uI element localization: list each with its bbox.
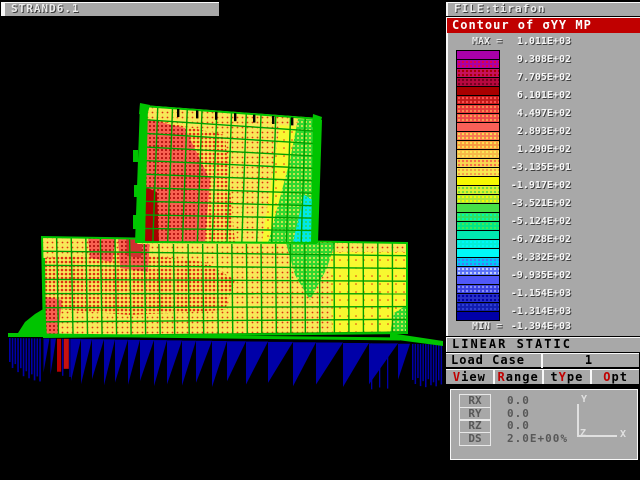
file-bar: FILE:tirafon (446, 2, 640, 16)
rz-row: RZ0.0 (459, 419, 491, 432)
legend-max-value: 1.011E+03 (471, 36, 571, 47)
legend-value-label: 9.308E+02 (471, 54, 571, 65)
lower-block (38, 237, 407, 337)
status-box: RX0.0RY0.0RZ0.0DS2.0E+00% Y Z X (450, 389, 638, 460)
analysis-type-bar: LINEAR STATIC (446, 337, 640, 352)
analysis-type: LINEAR STATIC (452, 337, 572, 351)
opt-button[interactable]: Opt (590, 369, 639, 384)
app-title: STRAND6.1 (11, 2, 80, 15)
app-title-bar: STRAND6.1 (1, 2, 219, 16)
load-case-number: 1 (585, 353, 592, 367)
legend-panel: MAX = 1.011E+03 9.308E+027.705E+026.101E… (446, 33, 640, 336)
upper-block (133, 103, 322, 244)
legend-value-label: -1.154E+03 (471, 288, 571, 299)
contour-title-bar: Contour of σYY MP (446, 17, 640, 34)
file-label: FILE:tirafon (454, 2, 545, 15)
ry-value: 0.0 (507, 407, 530, 420)
view-button[interactable]: View (446, 369, 493, 384)
legend-value-label: 6.101E+02 (471, 90, 571, 101)
rx-row: RX0.0 (459, 394, 491, 407)
legend-min-value: -1.394E+03 (471, 321, 571, 332)
legend-value-label: 4.497E+02 (471, 108, 571, 119)
type-button[interactable]: tYpe (542, 369, 591, 384)
rz-value: 0.0 (507, 419, 530, 432)
legend-value-label: -9.935E+02 (471, 270, 571, 281)
ds-button[interactable]: DS (459, 432, 491, 446)
legend-value-label: -1.917E+02 (471, 180, 571, 191)
ry-row: RY0.0 (459, 407, 491, 420)
legend-value-label: 1.290E+02 (471, 144, 571, 155)
axis-z-label: Z (580, 428, 586, 439)
load-case-row: Load Case 1 (446, 353, 639, 367)
contour-title: Contour of σYY MP (452, 18, 592, 32)
legend-value-label: 2.893E+02 (471, 126, 571, 137)
legend-value-label: 7.705E+02 (471, 72, 571, 83)
legend-value-label: -8.332E+02 (471, 252, 571, 263)
axis-x-label: X (620, 429, 626, 440)
load-case-button[interactable]: Load Case (446, 353, 543, 368)
pile-spikes (9, 338, 442, 389)
legend-value-label: -5.124E+02 (471, 216, 571, 227)
model-viewport[interactable] (0, 0, 446, 480)
ds-row: DS2.0E+00% (459, 432, 491, 445)
legend-value-label: -3.521E+02 (471, 198, 571, 209)
load-case-value[interactable]: 1 (538, 353, 639, 368)
axis-triad: Y Z X (569, 396, 633, 452)
legend-value-label: -3.135E+01 (471, 162, 571, 173)
legend-value-label: -1.314E+03 (471, 306, 571, 317)
load-case-label: Load Case (451, 353, 525, 367)
application-window: STRAND6.1 FILE:tirafon Contour of σYY MP… (0, 0, 640, 480)
command-buttons: ViewRangetYpeOpt (446, 369, 639, 384)
range-button[interactable]: Range (493, 369, 542, 384)
rx-value: 0.0 (507, 394, 530, 407)
axis-y-label: Y (581, 394, 587, 405)
ds-value: 2.0E+00% (507, 432, 568, 445)
legend-value-label: -6.728E+02 (471, 234, 571, 245)
